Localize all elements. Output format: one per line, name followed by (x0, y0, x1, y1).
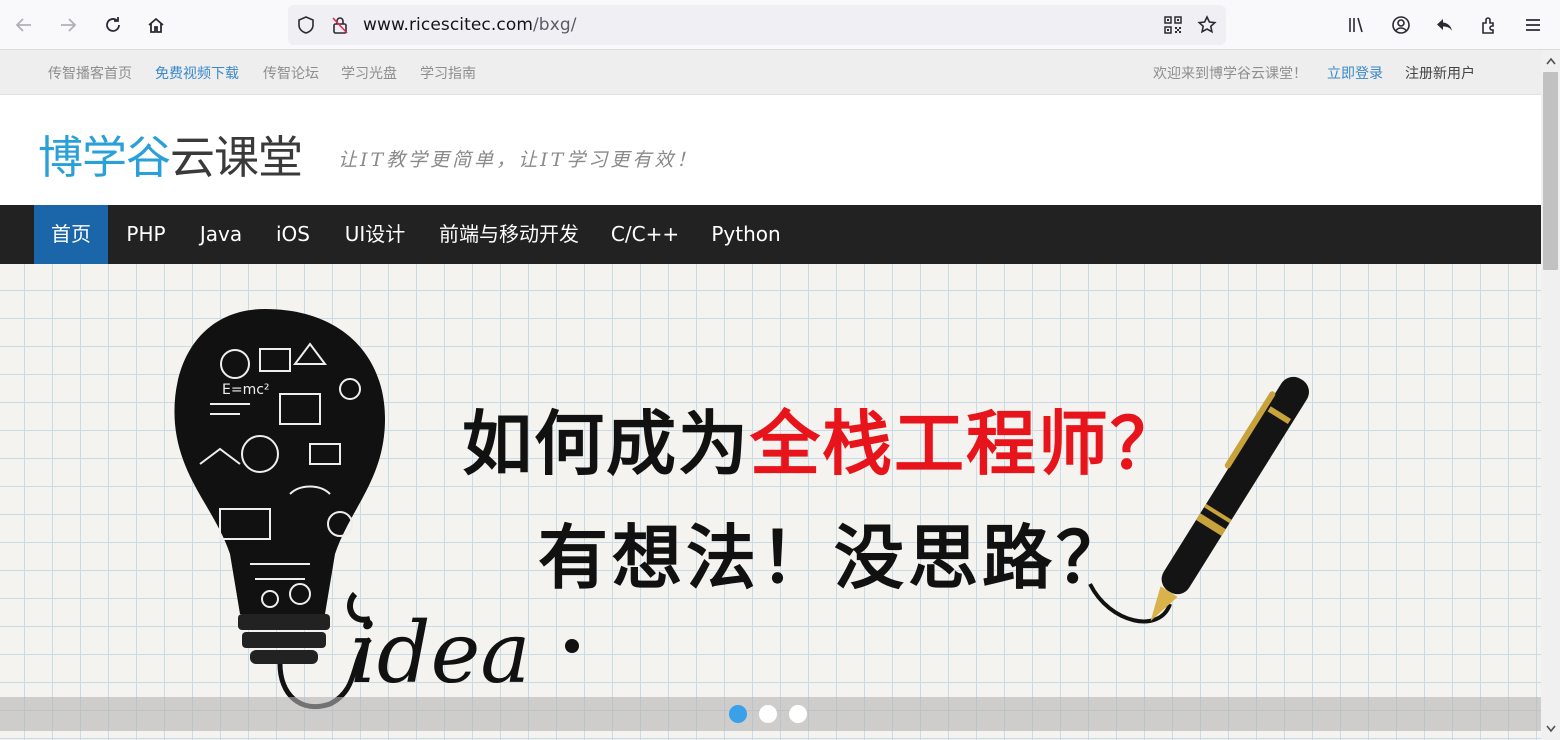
home-icon[interactable] (140, 9, 172, 41)
idea-script-text: idea (350, 604, 530, 702)
login-link[interactable]: 立即登录 (1327, 63, 1383, 83)
top-link-disc[interactable]: 学习光盘 (341, 63, 397, 83)
hero-banner[interactable]: E=mc² idea 如何成为全栈工程师？ 有想法！没思路？ (0, 264, 1541, 740)
nav-item-php[interactable]: PHP (108, 205, 184, 264)
share-back-icon[interactable] (1429, 9, 1461, 41)
main-nav: 首页 PHP Java iOS UI设计 前端与移动开发 C/C++ Pytho… (0, 205, 1541, 264)
top-link-guide[interactable]: 学习指南 (420, 63, 476, 83)
banner-subheadline: 有想法！没思路？ (538, 517, 1130, 599)
forward-arrow-icon[interactable] (52, 9, 84, 41)
banner-headline-black: 如何成为 (462, 403, 750, 485)
scroll-up-arrow-icon[interactable] (1541, 52, 1560, 70)
fountain-pen-illustration (1088, 376, 1309, 624)
top-link-itcast-home[interactable]: 传智播客首页 (48, 63, 132, 83)
lightbulb-illustration: E=mc² idea (174, 309, 579, 710)
back-arrow-icon[interactable] (8, 9, 40, 41)
menu-icon[interactable] (1517, 9, 1549, 41)
welcome-text: 欢迎来到博学谷云课堂！ (1153, 66, 1307, 82)
url-path: /bxg/ (532, 15, 577, 35)
nav-item-java[interactable]: Java (184, 205, 258, 264)
page-content: 传智播客首页 免费视频下载 传智论坛 学习光盘 学习指南 欢迎来到博学谷云课堂！… (0, 50, 1541, 740)
nav-item-ios[interactable]: iOS (258, 205, 328, 264)
site-logo[interactable]: 博学谷云课堂 (38, 121, 303, 184)
extensions-icon[interactable] (1473, 9, 1505, 41)
top-links-bar: 传智播客首页 免费视频下载 传智论坛 学习光盘 学习指南 欢迎来到博学谷云课堂！… (0, 50, 1541, 95)
slide-dot-3[interactable] (789, 705, 807, 723)
scroll-thumb[interactable] (1543, 72, 1558, 270)
top-link-free-video[interactable]: 免费视频下载 (155, 63, 239, 83)
insecure-lock-icon[interactable] (330, 15, 350, 35)
library-icon[interactable] (1340, 9, 1372, 41)
nav-item-python[interactable]: Python (694, 205, 798, 264)
account-icon[interactable] (1385, 9, 1417, 41)
reload-icon[interactable] (97, 9, 129, 41)
logo-blue-text: 博学谷 (38, 131, 171, 184)
logo-dark-text: 云课堂 (170, 131, 303, 184)
bookmark-star-icon[interactable] (1197, 15, 1217, 35)
site-slogan: 让IT教学更简单，让IT学习更有效！ (338, 149, 699, 171)
url-host: www.ricescitec.com (363, 15, 533, 35)
slide-dot-2[interactable] (759, 705, 777, 723)
url-bar[interactable]: www.ricescitec.com/bxg/ (288, 5, 1226, 45)
slide-indicator-bar (0, 697, 1541, 731)
nav-item-ui-design[interactable]: UI设计 (328, 205, 422, 264)
browser-toolbar: www.ricescitec.com/bxg/ (0, 0, 1560, 50)
register-link[interactable]: 注册新用户 (1405, 63, 1475, 83)
svg-text:E=mc²: E=mc² (222, 382, 270, 398)
page-scrollbar[interactable] (1541, 50, 1560, 740)
slide-dot-1[interactable] (729, 705, 747, 723)
nav-item-frontend-mobile[interactable]: 前端与移动开发 (422, 205, 596, 264)
nav-item-home[interactable]: 首页 (34, 205, 108, 264)
url-text[interactable]: www.ricescitec.com/bxg/ (363, 15, 577, 35)
qr-code-icon[interactable] (1163, 15, 1183, 35)
top-link-forum[interactable]: 传智论坛 (263, 63, 319, 83)
scroll-down-arrow-icon[interactable] (1541, 720, 1560, 738)
shield-icon[interactable] (296, 15, 316, 35)
nav-item-c-cpp[interactable]: C/C++ (596, 205, 694, 264)
site-header: 博学谷云课堂 让IT教学更简单，让IT学习更有效！ (0, 95, 1541, 205)
